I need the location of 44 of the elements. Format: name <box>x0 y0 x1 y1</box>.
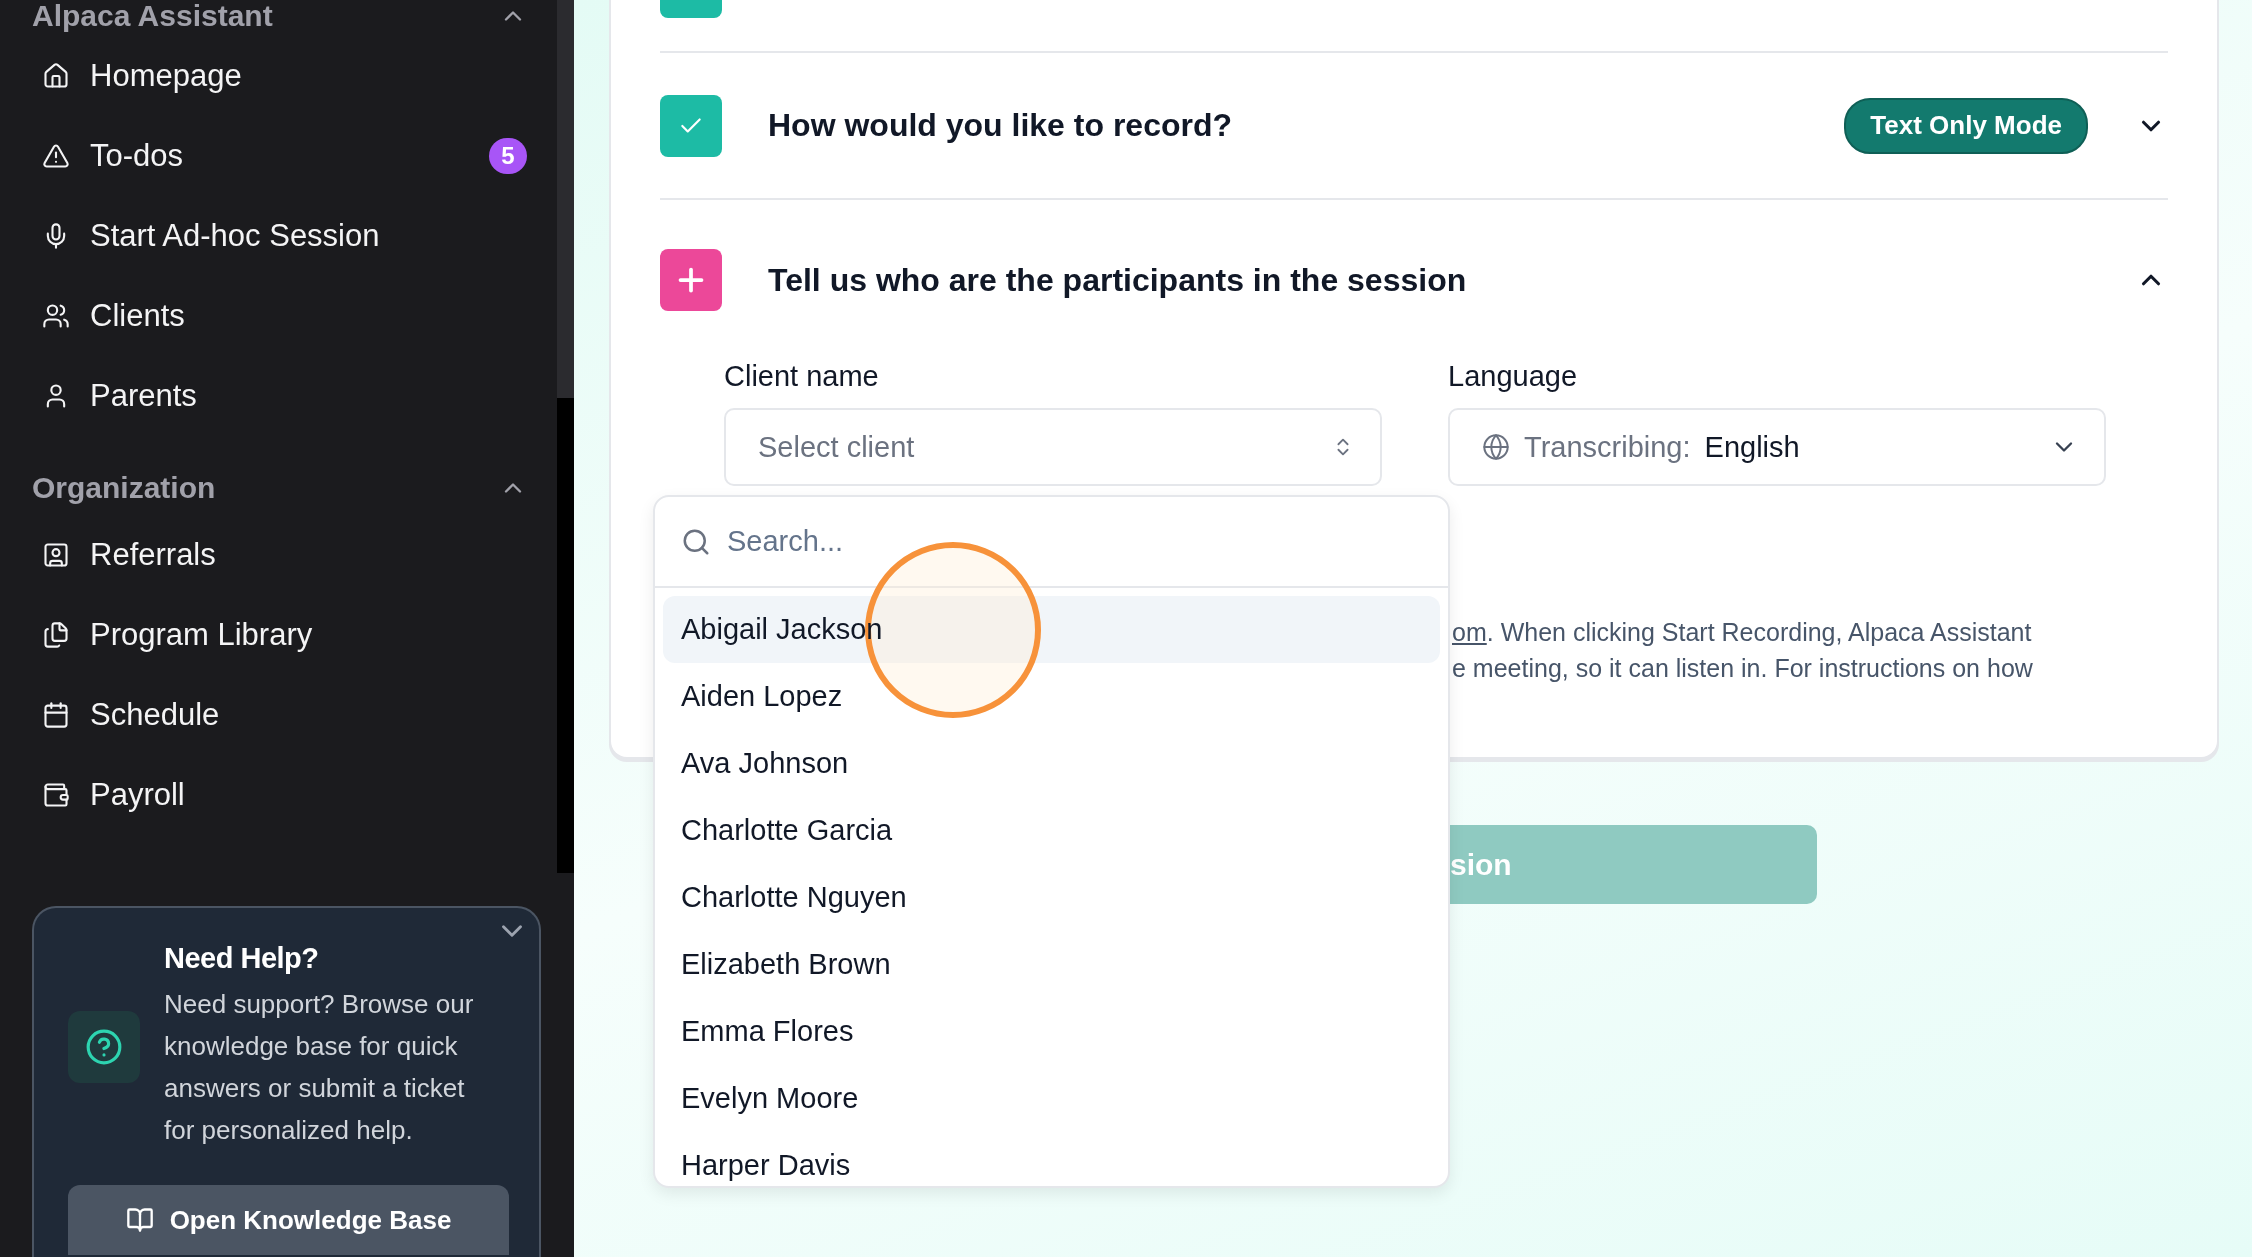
nav-item[interactable]: Referrals <box>0 515 557 595</box>
nav-item[interactable]: Program Library <box>0 595 557 675</box>
nav-item[interactable]: Parents <box>0 356 557 436</box>
client-option[interactable]: Harper Davis <box>663 1132 1440 1186</box>
mode-badge[interactable]: Text Only Mode <box>1844 97 2088 154</box>
help-title: Need Help? <box>164 942 320 975</box>
section-title: Organization <box>32 471 216 505</box>
nav-item[interactable]: To-dos 5 <box>0 116 557 196</box>
step-title: How would you like to record? <box>768 107 1234 144</box>
people-icon <box>42 302 70 330</box>
nav-item[interactable]: Start Ad-hoc Session <box>0 196 557 276</box>
field-label: Language <box>1448 360 1579 392</box>
calendar-icon <box>42 701 70 729</box>
scrollbar[interactable] <box>557 0 574 398</box>
documents-icon <box>42 621 70 649</box>
section-title: Alpaca Assistant <box>32 0 273 33</box>
client-select[interactable]: Select client <box>724 408 1382 486</box>
client-option[interactable]: Emma Flores <box>663 998 1440 1065</box>
instruction-text: om. When clicking Start Recording, Alpaca Assistant <box>1452 617 2033 648</box>
house-icon <box>42 62 70 90</box>
help-text: Need support? Browse our knowledge base for quick answers or submit a ticket for personalized help. <box>164 988 475 1147</box>
nav-item[interactable]: Schedule <box>0 675 557 755</box>
nav-item[interactable]: Clients <box>0 276 557 356</box>
client-option[interactable]: Aiden Lopez <box>663 663 1440 730</box>
step-title: Tell us who are the participants in the session <box>768 261 1468 299</box>
knowledge-base-button[interactable]: Open Knowledge Base <box>68 1185 509 1255</box>
help-icon <box>68 1010 140 1083</box>
wallet-icon <box>42 781 70 809</box>
client-option[interactable]: Ava Johnson <box>663 730 1440 797</box>
client-option[interactable]: Evelyn Moore <box>663 1065 1440 1132</box>
language-select[interactable]: Transcribing: English <box>1448 408 2106 486</box>
warning-icon <box>42 142 70 170</box>
instruction-text: e meeting, so it can listen in. For instructions on how <box>1452 653 2034 684</box>
field-label: Client name <box>724 360 880 392</box>
zoom-link[interactable]: om <box>1452 618 1487 646</box>
nav-item[interactable]: Homepage <box>0 36 557 116</box>
client-option[interactable]: Charlotte Garcia <box>663 797 1440 864</box>
client-option[interactable]: Charlotte Nguyen <box>663 864 1440 931</box>
globe-icon <box>1482 433 1510 461</box>
count-badge: 5 <box>489 138 527 174</box>
book-icon <box>125 1206 154 1234</box>
client-option[interactable]: Elizabeth Brown <box>663 931 1440 998</box>
nav-item[interactable]: Payroll <box>0 755 557 835</box>
user-square-icon <box>42 541 70 569</box>
